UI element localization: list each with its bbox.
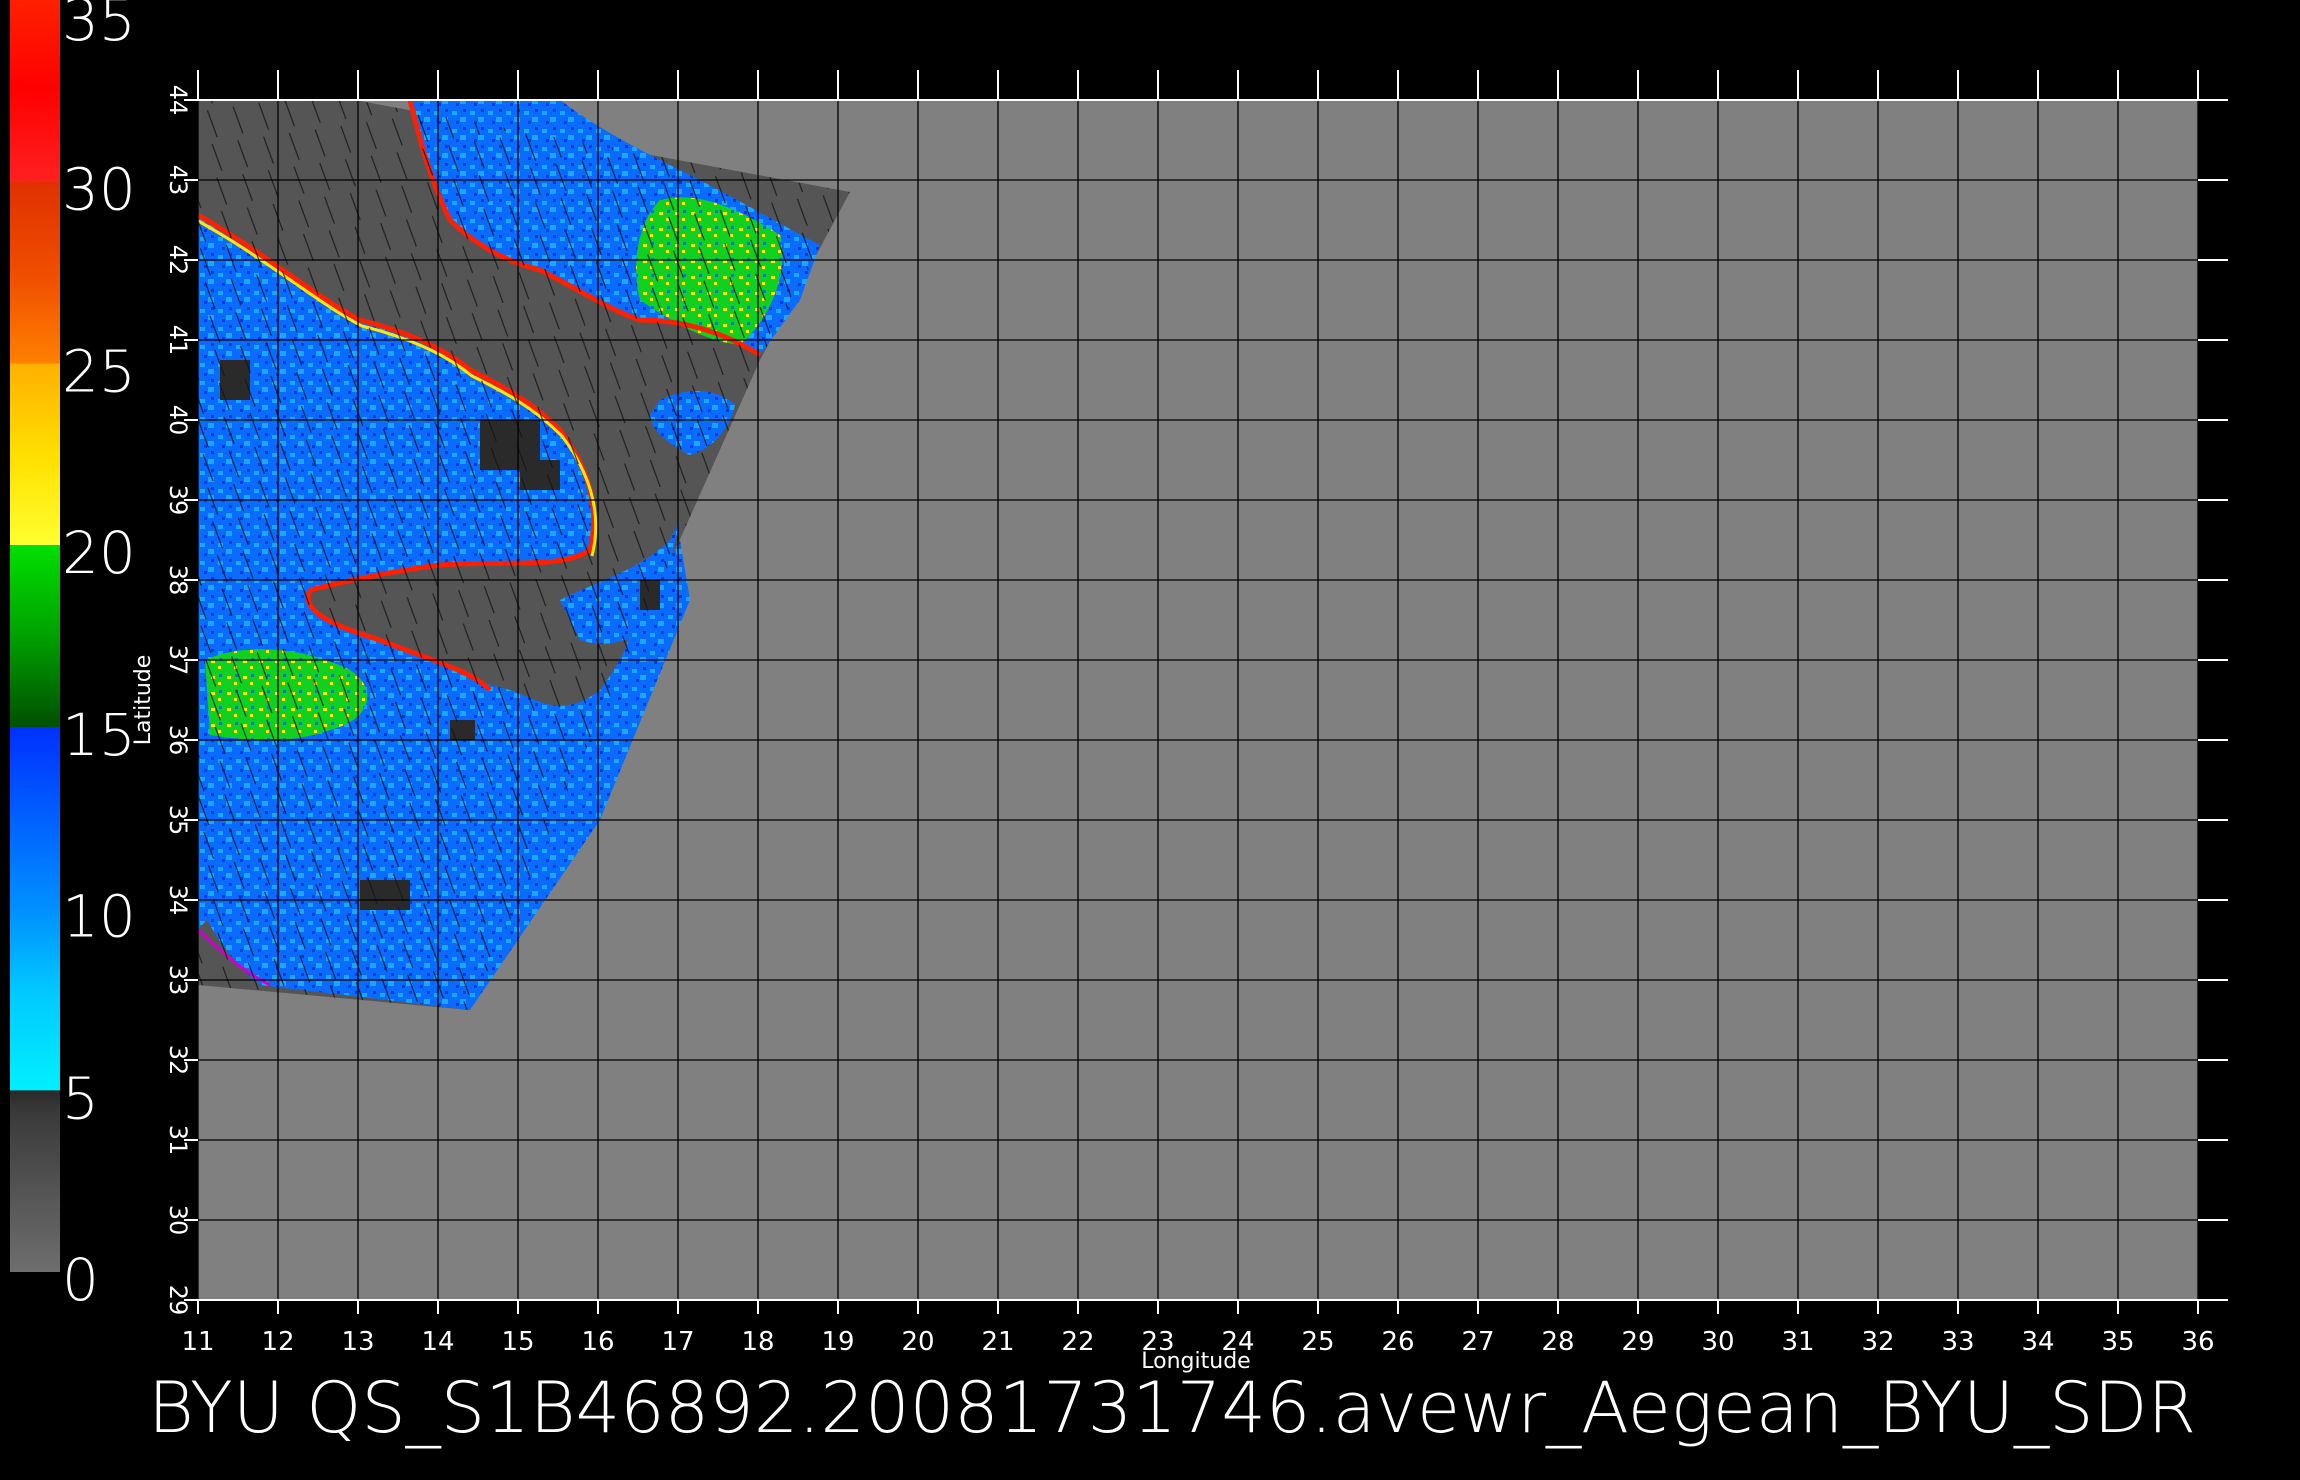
lon-tick-label: 25 [1301,1327,1334,1357]
lon-tick-label: 27 [1461,1327,1494,1357]
colorbar-label: 10 [62,883,136,951]
lat-tick-label: 38 [164,565,192,596]
lon-tick-label: 35 [2101,1327,2134,1357]
lat-tick-label: 40 [164,405,192,436]
colorbar-label: 5 [62,1064,99,1132]
lon-tick-label: 17 [661,1327,694,1357]
lon-tick-label: 18 [741,1327,774,1357]
colorbar-label: 20 [62,519,136,587]
wind-map-figure: 0 5 10 15 20 25 30 35 11 12 13 14 15 16 17 18 1… [10,0,2228,1449]
colorbar: 0 5 10 15 20 25 30 35 [10,0,136,1314]
figure-title: BYU QS_S1B46892.20081731746.avewr_Aegean… [148,1367,2196,1449]
lon-tick-label: 30 [1701,1327,1734,1357]
lat-tick-label: 35 [164,805,192,836]
lat-tick-label: 42 [164,245,192,276]
lat-tick-label: 34 [164,885,192,916]
lon-tick-label: 34 [2021,1327,2054,1357]
lon-tick-label: 16 [581,1327,614,1357]
lon-tick-label: 31 [1781,1327,1814,1357]
lat-tick-label: 30 [164,1205,192,1236]
lat-tick-label: 44 [164,85,192,116]
lon-tick-label: 12 [261,1327,294,1357]
lon-tick-label: 22 [1061,1327,1094,1357]
lon-tick-label: 21 [981,1327,1014,1357]
lon-tick-label: 33 [1941,1327,1974,1357]
lat-tick-label: 39 [164,485,192,516]
lon-tick-label: 19 [821,1327,854,1357]
colorbar-label: 35 [62,0,136,54]
lon-tick-label: 14 [421,1327,454,1357]
lon-tick-label: 15 [501,1327,534,1357]
lat-tick-label: 33 [164,965,192,996]
lat-tick-label: 32 [164,1045,192,1076]
lon-tick-label: 28 [1541,1327,1574,1357]
y-axis-label: Latitude [131,655,156,746]
lat-tick-label: 29 [164,1285,192,1316]
lon-tick-label: 11 [181,1327,214,1357]
lat-tick-label: 37 [164,645,192,676]
lon-tick-label: 32 [1861,1327,1894,1357]
latitude-tick-labels: 29 30 31 32 33 34 35 36 37 38 39 40 41 42 43 44 [164,85,192,1316]
lat-tick-label: 43 [164,165,192,196]
colorbar-label: 30 [62,156,136,224]
lat-tick-label: 41 [164,325,192,356]
map-plot [184,70,2228,1314]
colorbar-label: 0 [62,1246,99,1314]
lon-tick-label: 36 [2181,1327,2214,1357]
colorbar-label: 15 [62,701,136,769]
colorbar-label: 25 [62,337,136,405]
colorbar-bar [10,0,60,1272]
lat-tick-label: 36 [164,725,192,756]
colorbar-labels: 0 5 10 15 20 25 30 35 [62,0,136,1314]
lon-tick-label: 13 [341,1327,374,1357]
lat-tick-label: 31 [164,1125,192,1156]
lon-tick-label: 20 [901,1327,934,1357]
lon-tick-label: 26 [1381,1327,1414,1357]
lon-tick-label: 29 [1621,1327,1654,1357]
